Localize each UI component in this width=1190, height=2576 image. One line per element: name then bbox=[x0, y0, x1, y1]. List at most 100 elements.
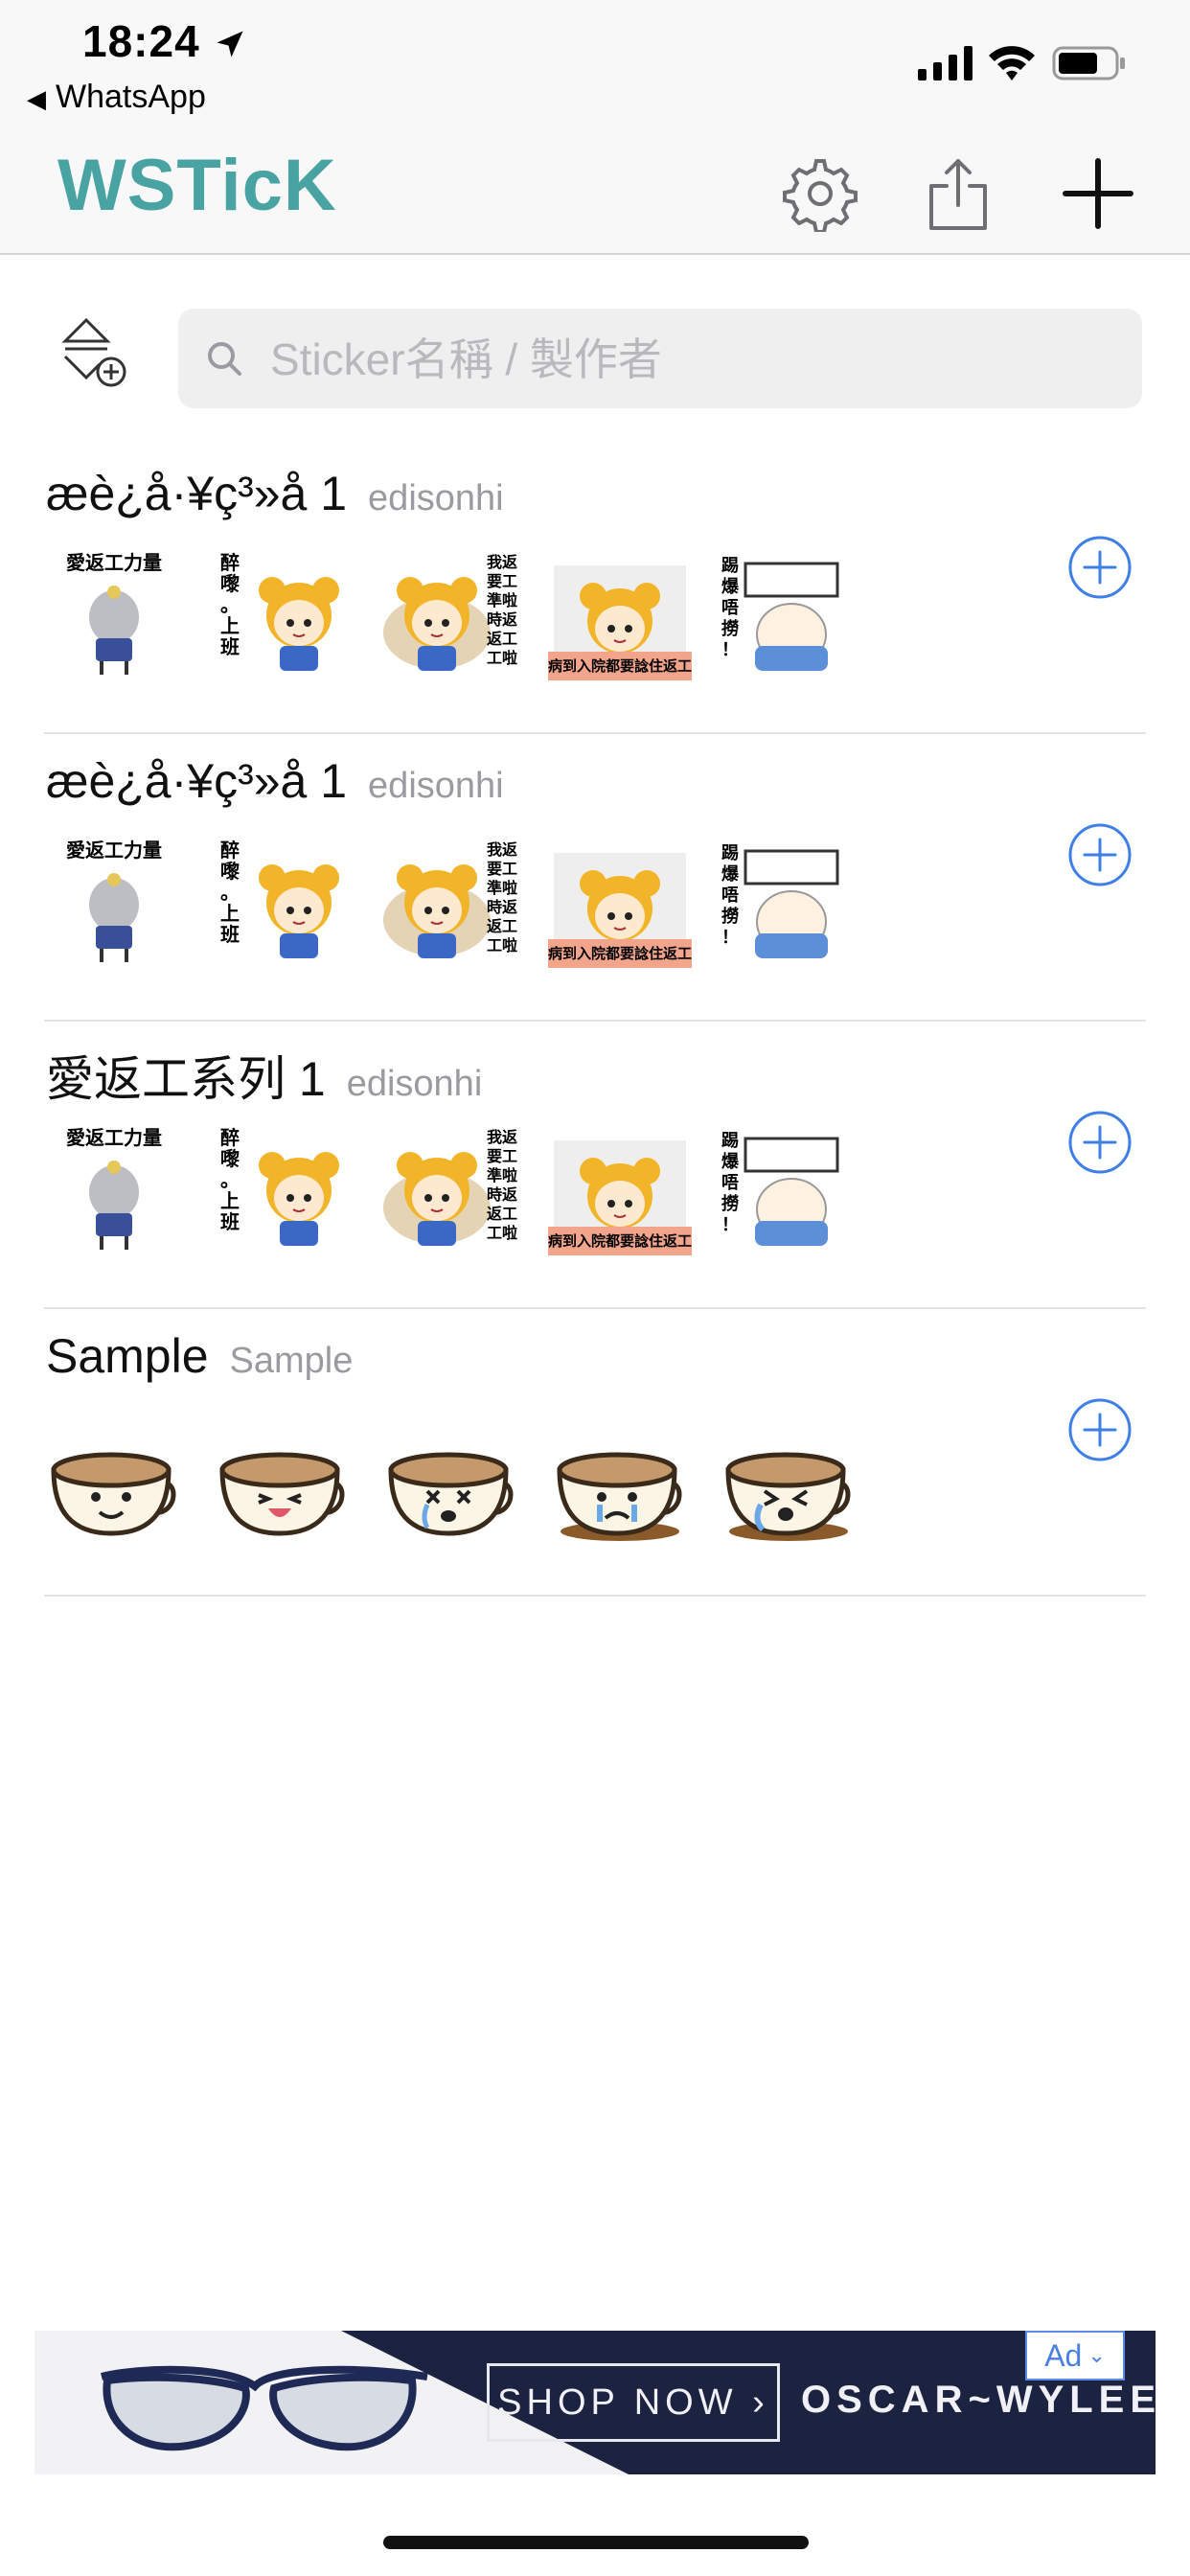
svg-text:工啦: 工啦 bbox=[487, 936, 517, 954]
app-title: WSTicK bbox=[57, 145, 337, 226]
pack-title: Sample Sample bbox=[46, 1328, 353, 1384]
pack-name: 愛返工系列 1 bbox=[46, 1052, 326, 1106]
status-bar: 18:24 ◀ WhatsApp bbox=[0, 0, 1190, 134]
svg-text:工啦: 工啦 bbox=[487, 1224, 517, 1242]
svg-text:愛返工力量: 愛返工力量 bbox=[66, 839, 162, 862]
svg-text:撈: 撈 bbox=[721, 618, 739, 639]
svg-text:嚟: 嚟 bbox=[220, 572, 240, 595]
sort-filter-icon[interactable] bbox=[54, 314, 134, 395]
add-to-whatsapp-button[interactable] bbox=[1067, 1397, 1133, 1462]
svg-text:愛返工力量: 愛返工力量 bbox=[66, 1126, 162, 1149]
back-app-label: WhatsApp bbox=[56, 79, 206, 115]
settings-button[interactable] bbox=[780, 153, 860, 234]
svg-text:要工: 要工 bbox=[487, 860, 517, 878]
pack-name: Sample bbox=[46, 1329, 209, 1383]
svg-text:時返: 時返 bbox=[487, 1185, 517, 1204]
sticker-thumbnail bbox=[379, 1409, 523, 1543]
svg-text:準啦: 準啦 bbox=[487, 1166, 517, 1184]
pack-name: æè¿å·¥ç³»å 1 bbox=[46, 467, 348, 520]
wifi-icon bbox=[989, 46, 1035, 80]
ad-badge-label: Ad bbox=[1044, 2337, 1083, 2373]
sticker-thumbnail: 我返 要工 準啦 時返 返工 工啦 bbox=[379, 834, 523, 968]
svg-text:我返: 我返 bbox=[487, 553, 517, 571]
svg-text:踢: 踢 bbox=[721, 556, 739, 576]
add-to-whatsapp-button[interactable] bbox=[1067, 1110, 1133, 1175]
back-triangle-icon: ◀ bbox=[27, 84, 46, 113]
shop-now-button[interactable]: SHOP NOW › bbox=[487, 2363, 780, 2442]
plus-circle-icon bbox=[1068, 536, 1132, 599]
svg-text:班: 班 bbox=[220, 923, 240, 946]
sticker-pack-row[interactable]: Sample Sample bbox=[0, 1309, 1190, 1597]
sticker-thumbnail: 醉嚟。上班 bbox=[211, 1121, 355, 1255]
svg-text:返工: 返工 bbox=[487, 917, 517, 935]
sticker-thumbnail bbox=[211, 1409, 355, 1543]
sticker-thumbnail: 病到入院都要諗住返工 bbox=[548, 1121, 692, 1255]
gear-icon bbox=[783, 159, 858, 232]
home-indicator bbox=[383, 2536, 809, 2549]
eyeglasses-image bbox=[101, 2365, 428, 2451]
sticker-pack-row[interactable]: æè¿å·¥ç³»å 1 edisonhi 愛返工力量 醉嚟。上班 我返 要工 準啦時… bbox=[0, 447, 1190, 734]
sticker-thumbnail bbox=[548, 1409, 692, 1543]
svg-text:準啦: 準啦 bbox=[487, 879, 517, 897]
sticker-thumbnail: 醉嚟。上班 bbox=[211, 834, 355, 968]
pack-name: æè¿å·¥ç³»å 1 bbox=[46, 754, 348, 808]
ad-brand-label: OSCAR~WYLEE bbox=[801, 2379, 1156, 2421]
share-icon bbox=[929, 159, 987, 230]
battery-icon bbox=[1052, 46, 1125, 80]
add-to-whatsapp-button[interactable] bbox=[1067, 822, 1133, 887]
svg-text:嚟: 嚟 bbox=[220, 860, 240, 883]
plus-circle-icon bbox=[1068, 823, 1132, 886]
svg-text:撈: 撈 bbox=[721, 1193, 739, 1214]
ad-badge[interactable]: Ad ⌄ bbox=[1025, 2331, 1125, 2380]
svg-text:唔: 唔 bbox=[721, 886, 739, 906]
svg-text:工啦: 工啦 bbox=[487, 649, 517, 667]
svg-text:上: 上 bbox=[220, 902, 240, 925]
svg-text:愛返工力量: 愛返工力量 bbox=[66, 551, 162, 574]
search-input[interactable] bbox=[268, 309, 1115, 410]
sticker-thumbnail: 踢爆唔撈！ bbox=[717, 546, 860, 680]
sticker-thumbnail: 愛返工力量 bbox=[42, 546, 186, 680]
back-to-app-link[interactable]: ◀ WhatsApp bbox=[27, 79, 206, 116]
svg-text:班: 班 bbox=[220, 1210, 240, 1233]
sticker-thumbnail-row bbox=[42, 1409, 860, 1543]
sticker-thumbnail: 踢爆唔撈！ bbox=[717, 1121, 860, 1255]
svg-text:爆: 爆 bbox=[721, 864, 740, 885]
pack-author: edisonhi bbox=[368, 766, 504, 806]
add-to-whatsapp-button[interactable] bbox=[1067, 535, 1133, 600]
share-button[interactable] bbox=[918, 153, 998, 234]
sticker-thumbnail: 愛返工力量 bbox=[42, 1121, 186, 1255]
sticker-thumbnail: 病到入院都要諗住返工 bbox=[548, 546, 692, 680]
status-time: 18:24 bbox=[82, 16, 200, 66]
add-pack-button[interactable] bbox=[1058, 153, 1138, 234]
svg-text:爆: 爆 bbox=[721, 577, 740, 597]
svg-text:上: 上 bbox=[220, 614, 240, 637]
pack-author: edisonhi bbox=[368, 478, 504, 518]
svg-text:準啦: 準啦 bbox=[487, 591, 517, 610]
ad-banner[interactable]: SHOP NOW › OSCAR~WYLEE bbox=[34, 2331, 1156, 2474]
search-row bbox=[0, 255, 1190, 427]
search-icon bbox=[208, 342, 241, 376]
svg-text:。: 。 bbox=[220, 593, 240, 616]
svg-text:！: ！ bbox=[721, 640, 739, 660]
svg-text:返工: 返工 bbox=[487, 1205, 517, 1223]
sticker-thumbnail: 病到入院都要諗住返工 bbox=[548, 834, 692, 968]
svg-text:嚟: 嚟 bbox=[220, 1147, 240, 1170]
svg-text:我返: 我返 bbox=[487, 840, 517, 859]
svg-text:。: 。 bbox=[220, 881, 240, 904]
svg-text:！: ！ bbox=[721, 928, 739, 948]
sticker-pack-row[interactable]: æè¿å·¥ç³»å 1 edisonhi 愛返工力量 醉嚟。上班 我返 要工 準啦時… bbox=[0, 734, 1190, 1022]
svg-text:！: ！ bbox=[721, 1215, 739, 1235]
pack-title: æè¿å·¥ç³»å 1 edisonhi bbox=[46, 753, 504, 809]
search-bar bbox=[178, 309, 1142, 410]
pack-title: 愛返工系列 1 edisonhi bbox=[46, 1041, 482, 1110]
sticker-thumbnail: 踢爆唔撈！ bbox=[717, 834, 860, 968]
sticker-thumbnail bbox=[717, 1409, 860, 1543]
sticker-pack-row[interactable]: 愛返工系列 1 edisonhi 愛返工力量 醉嚟。上班 我返 要工 準啦 時返 返工 工啦 bbox=[0, 1022, 1190, 1309]
svg-text:爆: 爆 bbox=[721, 1152, 740, 1172]
svg-text:病到入院都要諗住返工: 病到入院都要諗住返工 bbox=[548, 1232, 692, 1250]
svg-text:時返: 時返 bbox=[487, 610, 517, 629]
plus-icon bbox=[1063, 158, 1133, 229]
plus-circle-icon bbox=[1068, 1111, 1132, 1174]
sticker-thumbnail-row: 愛返工力量 醉嚟。上班 我返 要工 準啦 時返 返工 工啦 病到入院都要諗住返工… bbox=[42, 546, 860, 680]
sticker-thumbnail: 醉嚟。上班 bbox=[211, 546, 355, 680]
